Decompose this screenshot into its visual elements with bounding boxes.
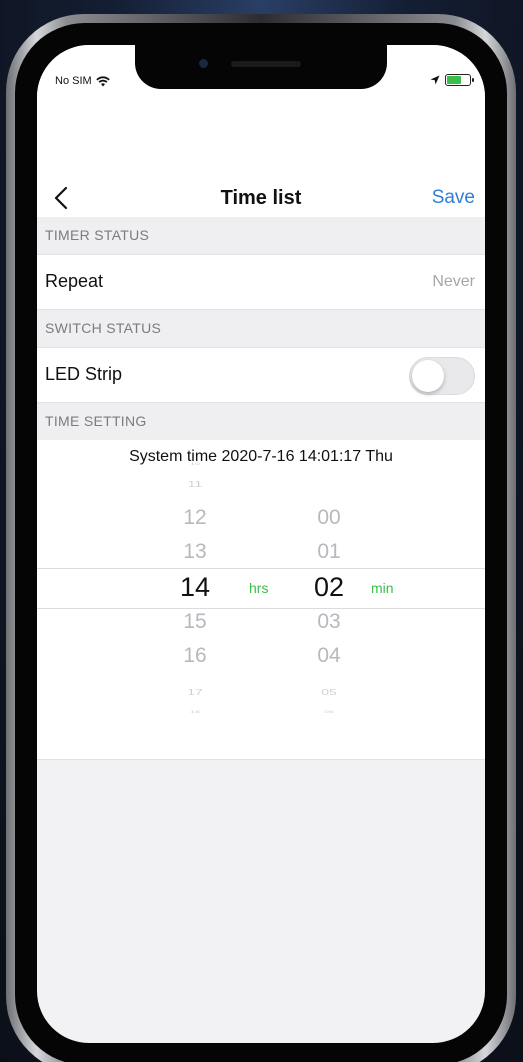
speaker-icon bbox=[231, 61, 301, 67]
led-strip-toggle[interactable] bbox=[409, 357, 475, 395]
hour-option[interactable]: 10 bbox=[165, 462, 225, 466]
selection-line-top bbox=[37, 568, 485, 569]
hour-option[interactable]: 16 bbox=[165, 644, 225, 668]
phone-frame: No SIM Time list Save TIMER STATUS Repea… bbox=[6, 14, 516, 1062]
hour-option[interactable]: 13 bbox=[165, 540, 225, 564]
camera-icon bbox=[199, 59, 208, 68]
hour-option[interactable]: 17 bbox=[165, 687, 225, 697]
repeat-value: Never bbox=[432, 273, 475, 290]
app-screen: No SIM Time list Save TIMER STATUS Repea… bbox=[37, 45, 485, 1043]
battery-icon bbox=[445, 74, 474, 86]
page-title: Time list bbox=[220, 187, 302, 209]
led-strip-label: LED Strip bbox=[45, 364, 123, 384]
save-button[interactable]: Save bbox=[432, 187, 475, 209]
status-bar-right bbox=[430, 74, 474, 86]
battery-level bbox=[447, 76, 462, 84]
hour-option[interactable]: 14 bbox=[165, 572, 225, 603]
minute-option[interactable]: 05 bbox=[299, 687, 359, 697]
hour-option[interactable]: 11 bbox=[165, 479, 225, 489]
repeat-label: Repeat bbox=[45, 271, 104, 291]
minutes-unit-label: min bbox=[371, 580, 394, 596]
repeat-row[interactable]: Repeat Never bbox=[37, 254, 485, 310]
hour-option[interactable]: 12 bbox=[165, 506, 225, 530]
wifi-icon bbox=[95, 75, 110, 86]
section-header-switch-status: SWITCH STATUS bbox=[37, 310, 485, 347]
notch bbox=[135, 45, 387, 89]
status-bar-left: No SIM bbox=[55, 75, 110, 87]
navigation-bar: Time list Save bbox=[37, 177, 485, 217]
hour-wheel[interactable]: 10 11 12 13 14 15 16 17 18 bbox=[165, 440, 225, 759]
system-time-label: System time 2020-7-16 14:01:17 Thu bbox=[129, 448, 393, 465]
hour-option[interactable]: 15 bbox=[165, 610, 225, 634]
minute-option[interactable]: 00 bbox=[299, 506, 359, 530]
section-header-time-setting: TIME SETTING bbox=[37, 403, 485, 440]
hour-option[interactable]: 18 bbox=[165, 710, 225, 714]
section-header-timer-status: TIMER STATUS bbox=[37, 217, 485, 254]
minute-option[interactable]: 04 bbox=[299, 644, 359, 668]
minute-option[interactable]: 03 bbox=[299, 610, 359, 634]
time-picker: System time 2020-7-16 14:01:17 Thu 10 11 1… bbox=[37, 440, 485, 760]
minute-option[interactable]: 01 bbox=[299, 540, 359, 564]
hours-unit-label: hrs bbox=[249, 580, 269, 596]
selection-line-bottom bbox=[37, 608, 485, 609]
carrier-label: No SIM bbox=[55, 75, 92, 87]
minute-option[interactable]: 02 bbox=[299, 572, 359, 603]
toggle-knob bbox=[412, 360, 444, 392]
phone-bezel: No SIM Time list Save TIMER STATUS Repea… bbox=[15, 23, 507, 1062]
led-strip-row: LED Strip bbox=[37, 347, 485, 403]
minute-option[interactable]: 06 bbox=[299, 710, 359, 714]
minute-wheel[interactable]: 00 01 02 03 04 05 06 bbox=[299, 440, 359, 759]
location-arrow-icon bbox=[430, 75, 440, 85]
